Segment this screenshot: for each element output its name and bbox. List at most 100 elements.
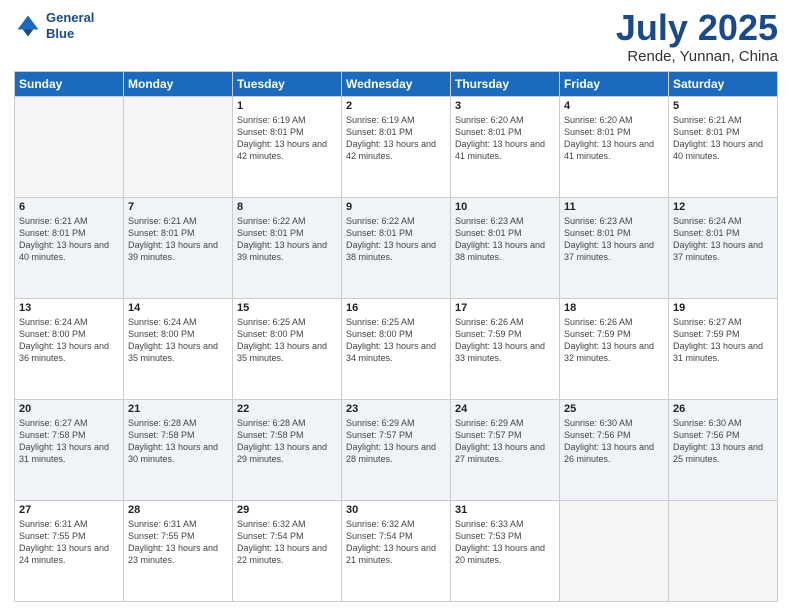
day-number: 20 bbox=[19, 403, 119, 415]
day-info: Sunrise: 6:31 AM Sunset: 7:55 PM Dayligh… bbox=[19, 518, 119, 567]
title-block: July 2025 Rende, Yunnan, China bbox=[616, 10, 778, 65]
table-row: 14 Sunrise: 6:24 AM Sunset: 8:00 PM Dayli… bbox=[124, 299, 233, 400]
day-number: 25 bbox=[564, 403, 664, 415]
day-info: Sunrise: 6:22 AM Sunset: 8:01 PM Dayligh… bbox=[237, 215, 337, 264]
day-info: Sunrise: 6:26 AM Sunset: 7:59 PM Dayligh… bbox=[455, 316, 555, 365]
day-info: Sunrise: 6:28 AM Sunset: 7:58 PM Dayligh… bbox=[128, 417, 228, 466]
day-number: 28 bbox=[128, 504, 228, 516]
day-number: 12 bbox=[673, 201, 773, 213]
day-info: Sunrise: 6:24 AM Sunset: 8:00 PM Dayligh… bbox=[19, 316, 119, 365]
day-number: 6 bbox=[19, 201, 119, 213]
table-row: 7 Sunrise: 6:21 AM Sunset: 8:01 PM Daylig… bbox=[124, 198, 233, 299]
day-info: Sunrise: 6:26 AM Sunset: 7:59 PM Dayligh… bbox=[564, 316, 664, 365]
day-info: Sunrise: 6:21 AM Sunset: 8:01 PM Dayligh… bbox=[19, 215, 119, 264]
table-row: 11 Sunrise: 6:23 AM Sunset: 8:01 PM Dayli… bbox=[560, 198, 669, 299]
table-row bbox=[669, 501, 778, 602]
day-number: 9 bbox=[346, 201, 446, 213]
day-info: Sunrise: 6:33 AM Sunset: 7:53 PM Dayligh… bbox=[455, 518, 555, 567]
day-number: 15 bbox=[237, 302, 337, 314]
table-row: 9Sunrise: 6:22 AM Sunset: 8:01 PM Daylig… bbox=[342, 198, 451, 299]
table-row bbox=[560, 501, 669, 602]
table-row: 28 Sunrise: 6:31 AM Sunset: 7:55 PM Dayli… bbox=[124, 501, 233, 602]
table-row: 1 Sunrise: 6:19 AM Sunset: 8:01 PM Daylig… bbox=[233, 97, 342, 198]
table-row: 20 Sunrise: 6:27 AM Sunset: 7:58 PM Dayli… bbox=[15, 400, 124, 501]
col-monday: Monday bbox=[124, 72, 233, 97]
day-info: Sunrise: 6:28 AM Sunset: 7:58 PM Dayligh… bbox=[237, 417, 337, 466]
calendar-week-row: 1 Sunrise: 6:19 AM Sunset: 8:01 PM Daylig… bbox=[15, 97, 778, 198]
day-number: 16 bbox=[346, 302, 446, 314]
day-info: Sunrise: 6:31 AM Sunset: 7:55 PM Dayligh… bbox=[128, 518, 228, 567]
day-number: 14 bbox=[128, 302, 228, 314]
location-title: Rende, Yunnan, China bbox=[616, 48, 778, 65]
day-number: 30 bbox=[346, 504, 446, 516]
day-number: 5 bbox=[673, 100, 773, 112]
day-info: Sunrise: 6:20 AM Sunset: 8:01 PM Dayligh… bbox=[455, 114, 555, 163]
col-saturday: Saturday bbox=[669, 72, 778, 97]
day-info: Sunrise: 6:25 AM Sunset: 8:00 PM Dayligh… bbox=[346, 316, 446, 365]
page: General Blue July 2025 Rende, Yunnan, Ch… bbox=[0, 0, 792, 612]
day-number: 7 bbox=[128, 201, 228, 213]
table-row: 27Sunrise: 6:31 AM Sunset: 7:55 PM Dayli… bbox=[15, 501, 124, 602]
table-row: 26 Sunrise: 6:30 AM Sunset: 7:56 PM Dayli… bbox=[669, 400, 778, 501]
table-row bbox=[124, 97, 233, 198]
day-info: Sunrise: 6:27 AM Sunset: 7:59 PM Dayligh… bbox=[673, 316, 773, 365]
table-row: 22 Sunrise: 6:28 AM Sunset: 7:58 PM Dayli… bbox=[233, 400, 342, 501]
day-info: Sunrise: 6:29 AM Sunset: 7:57 PM Dayligh… bbox=[346, 417, 446, 466]
table-row: 30 Sunrise: 6:32 AM Sunset: 7:54 PM Dayli… bbox=[342, 501, 451, 602]
table-row: 31Sunrise: 6:33 AM Sunset: 7:53 PM Dayli… bbox=[451, 501, 560, 602]
table-row: 18 Sunrise: 6:26 AM Sunset: 7:59 PM Dayli… bbox=[560, 299, 669, 400]
table-row bbox=[15, 97, 124, 198]
day-info: Sunrise: 6:19 AM Sunset: 8:01 PM Dayligh… bbox=[237, 114, 337, 163]
calendar-week-row: 20 Sunrise: 6:27 AM Sunset: 7:58 PM Dayli… bbox=[15, 400, 778, 501]
table-row: 2 Sunrise: 6:19 AM Sunset: 8:01 PM Daylig… bbox=[342, 97, 451, 198]
table-row: 10 Sunrise: 6:23 AM Sunset: 8:01 PM Dayli… bbox=[451, 198, 560, 299]
day-number: 10 bbox=[455, 201, 555, 213]
day-info: Sunrise: 6:32 AM Sunset: 7:54 PM Dayligh… bbox=[346, 518, 446, 567]
table-row: 21Sunrise: 6:28 AM Sunset: 7:58 PM Dayli… bbox=[124, 400, 233, 501]
day-number: 2 bbox=[346, 100, 446, 112]
day-info: Sunrise: 6:19 AM Sunset: 8:01 PM Dayligh… bbox=[346, 114, 446, 163]
logo-icon bbox=[14, 12, 42, 40]
calendar-header-row: Sunday Monday Tuesday Wednesday Thursday… bbox=[15, 72, 778, 97]
calendar-week-row: 13Sunrise: 6:24 AM Sunset: 8:00 PM Dayli… bbox=[15, 299, 778, 400]
logo: General Blue bbox=[14, 10, 94, 41]
table-row: 12 Sunrise: 6:24 AM Sunset: 8:01 PM Dayli… bbox=[669, 198, 778, 299]
table-row: 19 Sunrise: 6:27 AM Sunset: 7:59 PM Dayli… bbox=[669, 299, 778, 400]
table-row: 3Sunrise: 6:20 AM Sunset: 8:01 PM Daylig… bbox=[451, 97, 560, 198]
day-info: Sunrise: 6:29 AM Sunset: 7:57 PM Dayligh… bbox=[455, 417, 555, 466]
day-number: 26 bbox=[673, 403, 773, 415]
day-info: Sunrise: 6:21 AM Sunset: 8:01 PM Dayligh… bbox=[128, 215, 228, 264]
col-sunday: Sunday bbox=[15, 72, 124, 97]
col-wednesday: Wednesday bbox=[342, 72, 451, 97]
table-row: 6 Sunrise: 6:21 AM Sunset: 8:01 PM Daylig… bbox=[15, 198, 124, 299]
table-row: 4Sunrise: 6:20 AM Sunset: 8:01 PM Daylig… bbox=[560, 97, 669, 198]
col-thursday: Thursday bbox=[451, 72, 560, 97]
day-info: Sunrise: 6:23 AM Sunset: 8:01 PM Dayligh… bbox=[455, 215, 555, 264]
day-number: 22 bbox=[237, 403, 337, 415]
day-info: Sunrise: 6:25 AM Sunset: 8:00 PM Dayligh… bbox=[237, 316, 337, 365]
month-title: July 2025 bbox=[616, 10, 778, 46]
day-number: 8 bbox=[237, 201, 337, 213]
table-row: 24Sunrise: 6:29 AM Sunset: 7:57 PM Dayli… bbox=[451, 400, 560, 501]
table-row: 13Sunrise: 6:24 AM Sunset: 8:00 PM Dayli… bbox=[15, 299, 124, 400]
day-info: Sunrise: 6:24 AM Sunset: 8:00 PM Dayligh… bbox=[128, 316, 228, 365]
table-row: 29 Sunrise: 6:32 AM Sunset: 7:54 PM Dayli… bbox=[233, 501, 342, 602]
day-number: 1 bbox=[237, 100, 337, 112]
table-row: 17 Sunrise: 6:26 AM Sunset: 7:59 PM Dayli… bbox=[451, 299, 560, 400]
table-row: 8 Sunrise: 6:22 AM Sunset: 8:01 PM Daylig… bbox=[233, 198, 342, 299]
day-info: Sunrise: 6:30 AM Sunset: 7:56 PM Dayligh… bbox=[673, 417, 773, 466]
day-number: 17 bbox=[455, 302, 555, 314]
day-number: 18 bbox=[564, 302, 664, 314]
calendar-table: Sunday Monday Tuesday Wednesday Thursday… bbox=[14, 71, 778, 602]
day-number: 19 bbox=[673, 302, 773, 314]
table-row: 15 Sunrise: 6:25 AM Sunset: 8:00 PM Dayli… bbox=[233, 299, 342, 400]
day-info: Sunrise: 6:32 AM Sunset: 7:54 PM Dayligh… bbox=[237, 518, 337, 567]
day-info: Sunrise: 6:23 AM Sunset: 8:01 PM Dayligh… bbox=[564, 215, 664, 264]
day-number: 11 bbox=[564, 201, 664, 213]
day-info: Sunrise: 6:27 AM Sunset: 7:58 PM Dayligh… bbox=[19, 417, 119, 466]
calendar-week-row: 27Sunrise: 6:31 AM Sunset: 7:55 PM Dayli… bbox=[15, 501, 778, 602]
col-friday: Friday bbox=[560, 72, 669, 97]
day-number: 29 bbox=[237, 504, 337, 516]
col-tuesday: Tuesday bbox=[233, 72, 342, 97]
day-info: Sunrise: 6:24 AM Sunset: 8:01 PM Dayligh… bbox=[673, 215, 773, 264]
